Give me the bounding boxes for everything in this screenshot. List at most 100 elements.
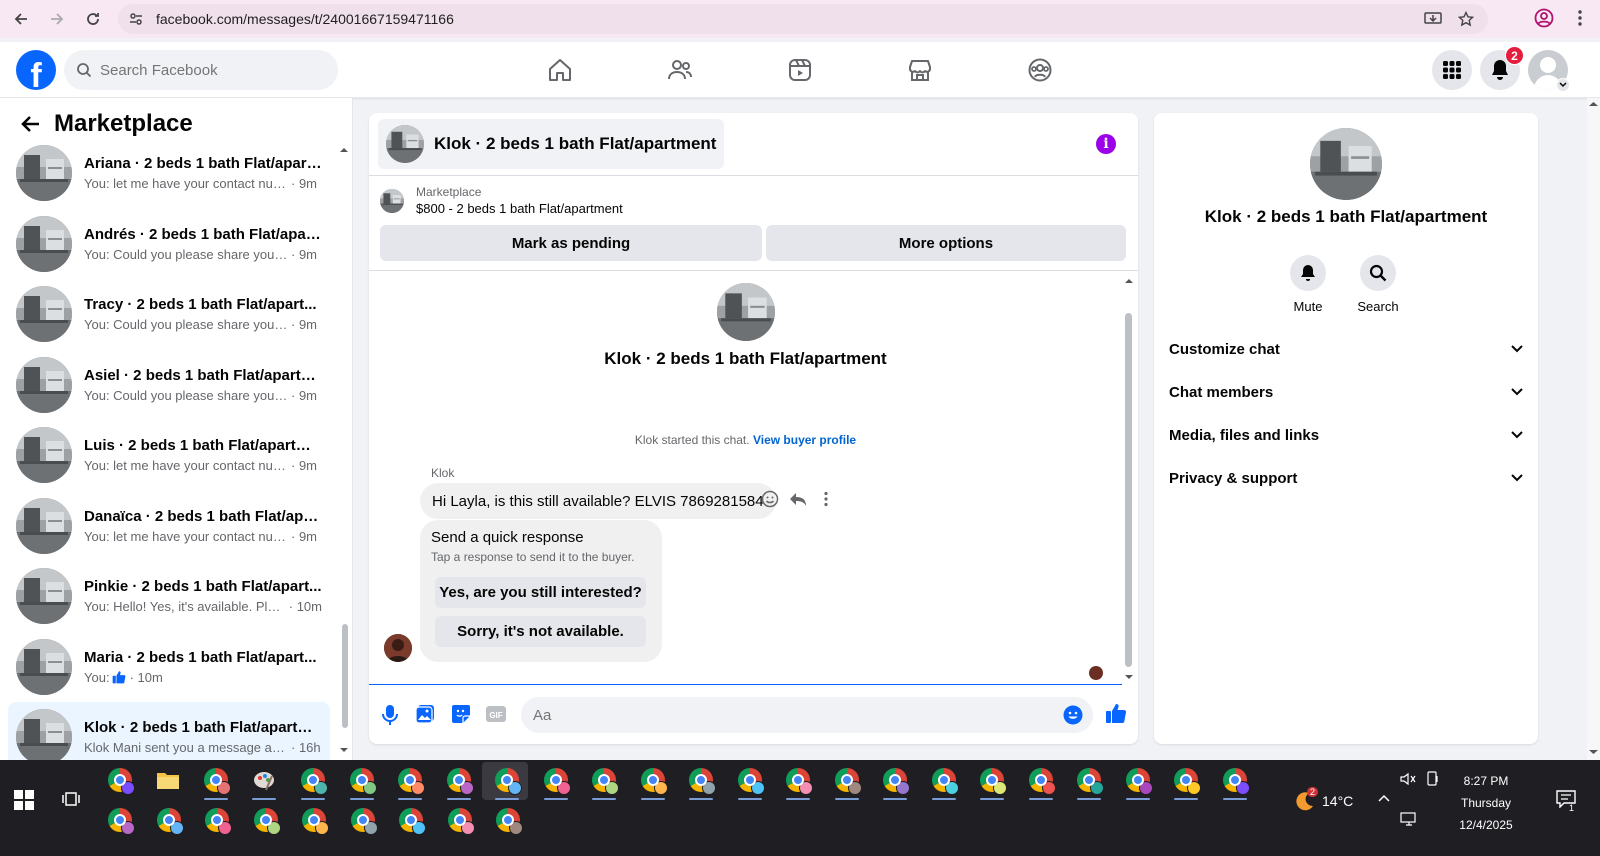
- facebook-search[interactable]: [64, 50, 338, 90]
- forward-arrow-icon[interactable]: [42, 4, 72, 34]
- media-files-links-row[interactable]: Media, files and links: [1169, 417, 1523, 453]
- chevron-down-icon[interactable]: [1556, 78, 1570, 92]
- kebab-menu-icon[interactable]: [1578, 9, 1582, 27]
- chrome-profile-icon[interactable]: [104, 804, 136, 836]
- back-arrow-icon[interactable]: [6, 4, 36, 34]
- menu-grid-button[interactable]: [1432, 50, 1472, 90]
- view-buyer-profile-link[interactable]: View buyer profile: [753, 433, 856, 447]
- microphone-icon[interactable]: [382, 704, 398, 726]
- system-clock[interactable]: 8:27 PM Thursday 12/4/2025: [1446, 770, 1526, 836]
- message-bubble[interactable]: Hi Layla, is this still available? ELVIS…: [420, 483, 776, 519]
- message-input[interactable]: [533, 706, 1033, 724]
- task-view-icon[interactable]: [62, 790, 80, 808]
- chat-list-item[interactable]: Asiel · 2 beds 1 bath Flat/apartm... You:…: [8, 350, 330, 421]
- react-smiley-icon[interactable]: [761, 490, 779, 508]
- chrome-profile-icon[interactable]: [1073, 764, 1105, 796]
- chrome-profile-icon[interactable]: [540, 764, 572, 796]
- chrome-profile-icon[interactable]: [395, 804, 427, 836]
- chrome-profile-icon[interactable]: [1170, 764, 1202, 796]
- page-scrollbar[interactable]: [1587, 98, 1600, 760]
- chrome-profile-icon[interactable]: [346, 764, 378, 796]
- chrome-profile-icon[interactable]: [637, 764, 669, 796]
- notifications-button[interactable]: 2: [1480, 46, 1524, 90]
- install-app-icon[interactable]: [1424, 11, 1442, 27]
- more-vertical-icon[interactable]: [817, 490, 835, 508]
- chat-list-item[interactable]: Ariana · 2 beds 1 bath Flat/apart... You:…: [8, 138, 330, 209]
- chrome-profile-icon[interactable]: [491, 764, 523, 796]
- chrome-profile-icon[interactable]: [831, 764, 863, 796]
- chrome-profile-icon[interactable]: [928, 764, 960, 796]
- chrome-profile-icon[interactable]: [1025, 764, 1057, 796]
- site-settings-icon[interactable]: [128, 11, 144, 27]
- thumbs-up-icon[interactable]: [1105, 702, 1127, 724]
- gif-icon[interactable]: GIF: [485, 704, 507, 724]
- chrome-profile-icon[interactable]: [104, 764, 136, 796]
- chrome-profile-icon[interactable]: [443, 764, 475, 796]
- conversation-header[interactable]: Klok · 2 beds 1 bath Flat/apartment: [378, 119, 725, 169]
- friends-icon[interactable]: [620, 42, 740, 98]
- windows-start-icon[interactable]: [14, 790, 34, 810]
- chat-list-item[interactable]: Tracy · 2 beds 1 bath Flat/apart... You: …: [8, 279, 330, 350]
- mark-as-pending-button[interactable]: Mark as pending: [380, 225, 762, 261]
- quick-reply-interested-button[interactable]: Yes, are you still interested?: [435, 577, 646, 608]
- chat-list-item[interactable]: Danaïca · 2 beds 1 bath Flat/apa... You: …: [8, 491, 330, 562]
- customize-chat-row[interactable]: Customize chat: [1169, 331, 1523, 367]
- info-icon[interactable]: i: [1096, 134, 1116, 154]
- chrome-profile-icon[interactable]: [976, 764, 1008, 796]
- chat-members-row[interactable]: Chat members: [1169, 374, 1523, 410]
- chat-list-item[interactable]: Luis · 2 beds 1 bath Flat/apartme... You:…: [8, 420, 330, 491]
- reload-icon[interactable]: [78, 4, 108, 34]
- chevron-up-icon[interactable]: [1378, 794, 1390, 802]
- chat-list-item[interactable]: Maria · 2 beds 1 bath Flat/apart... You: …: [8, 632, 330, 703]
- mute-button[interactable]: Mute: [1278, 255, 1338, 314]
- chat-list-item[interactable]: Pinkie · 2 beds 1 bath Flat/apart... You:…: [8, 561, 330, 632]
- search-input[interactable]: [100, 61, 320, 79]
- privacy-support-row[interactable]: Privacy & support: [1169, 460, 1523, 496]
- network-icon[interactable]: [1400, 812, 1418, 826]
- chrome-profile-icon[interactable]: [879, 764, 911, 796]
- marketplace-icon[interactable]: [860, 42, 980, 98]
- facebook-logo[interactable]: f: [16, 50, 56, 90]
- chrome-profile-icon[interactable]: [201, 804, 233, 836]
- device-icon[interactable]: [1426, 771, 1440, 787]
- chrome-profile-icon[interactable]: [734, 764, 766, 796]
- chat-name: Klok · 2 beds 1 bath Flat/apartm...: [84, 719, 322, 737]
- home-icon[interactable]: [500, 42, 620, 98]
- chrome-profile-icon[interactable]: [347, 804, 379, 836]
- volume-muted-icon[interactable]: [1400, 772, 1416, 786]
- profile-icon[interactable]: [1534, 8, 1554, 28]
- listing-strip[interactable]: Marketplace $800 - 2 beds 1 bath Flat/ap…: [380, 185, 623, 216]
- address-bar[interactable]: facebook.com/messages/t/2400166715947116…: [118, 4, 1488, 34]
- paint-app-icon[interactable]: [248, 764, 280, 796]
- quick-reply-not-available-button[interactable]: Sorry, it's not available.: [435, 616, 646, 647]
- chrome-profile-icon[interactable]: [1219, 764, 1251, 796]
- chrome-profile-icon[interactable]: [588, 764, 620, 796]
- chrome-profile-icon[interactable]: [298, 804, 330, 836]
- chrome-profile-icon[interactable]: [492, 804, 524, 836]
- file-explorer-icon[interactable]: [152, 764, 184, 796]
- groups-icon[interactable]: [980, 42, 1100, 98]
- video-icon[interactable]: [740, 42, 860, 98]
- thread-scroll-thumb[interactable]: [1125, 313, 1132, 667]
- chrome-profile-icon[interactable]: [685, 764, 717, 796]
- photo-icon[interactable]: [415, 704, 435, 724]
- chrome-profile-icon[interactable]: [1122, 764, 1154, 796]
- sidebar-scroll-thumb[interactable]: [342, 624, 348, 728]
- chrome-profile-icon[interactable]: [444, 804, 476, 836]
- emoji-icon[interactable]: [1063, 705, 1083, 725]
- search-in-chat-button[interactable]: Search: [1348, 255, 1408, 314]
- chrome-profile-icon[interactable]: [153, 804, 185, 836]
- sticker-icon[interactable]: [451, 704, 471, 724]
- chat-list-item[interactable]: Klok · 2 beds 1 bath Flat/apartm... Klok …: [8, 702, 330, 760]
- more-options-button[interactable]: More options: [766, 225, 1126, 261]
- chrome-profile-icon[interactable]: [250, 804, 282, 836]
- chrome-profile-icon[interactable]: [394, 764, 426, 796]
- chrome-profile-icon[interactable]: [297, 764, 329, 796]
- back-arrow-icon[interactable]: [20, 115, 40, 133]
- chrome-profile-icon[interactable]: [200, 764, 232, 796]
- message-input-box[interactable]: [521, 697, 1093, 733]
- chrome-profile-icon[interactable]: [782, 764, 814, 796]
- chat-list-item[interactable]: Andrés · 2 beds 1 bath Flat/apart... You:…: [8, 209, 330, 280]
- reply-icon[interactable]: [789, 491, 807, 507]
- bookmark-star-icon[interactable]: [1458, 11, 1474, 27]
